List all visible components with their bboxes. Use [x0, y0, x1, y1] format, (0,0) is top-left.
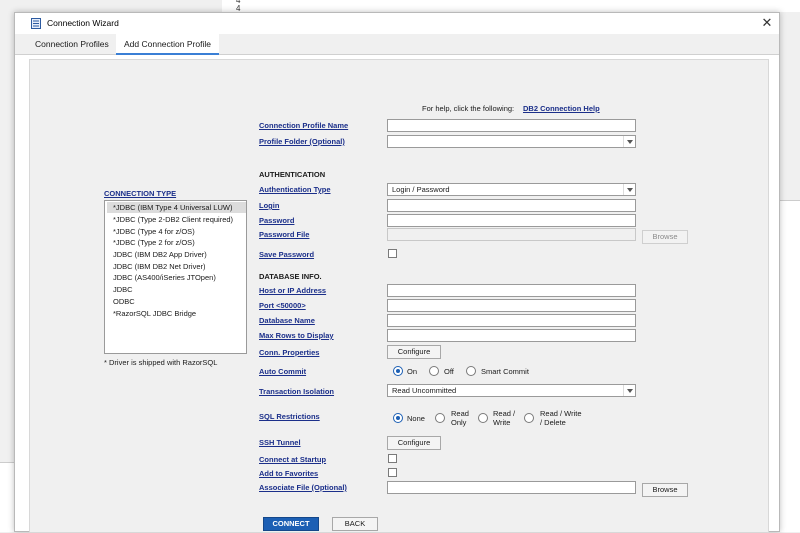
password-input[interactable] [387, 214, 636, 227]
connection-type-label[interactable]: CONNECTION TYPE [104, 189, 176, 198]
password-file-label[interactable]: Password File [259, 230, 309, 239]
auto-commit-smart-label: Smart Commit [481, 367, 529, 376]
max-rows-label[interactable]: Max Rows to Display [259, 331, 334, 340]
list-item[interactable]: JDBC (IBM DB2 Net Driver) [107, 261, 246, 272]
auto-commit-smart-radio[interactable] [466, 366, 476, 376]
authentication-type-select[interactable]: Login / Password [387, 183, 636, 196]
database-app-icon [31, 18, 41, 29]
connection-wizard-window: Connection Wizard ✕ Connection Profiles … [14, 12, 780, 533]
driver-footnote: * Driver is shipped with RazorSQL [104, 358, 218, 367]
conn-properties-label[interactable]: Conn. Properties [259, 348, 319, 357]
associate-file-input[interactable] [387, 481, 636, 494]
auto-commit-on-label: On [407, 367, 418, 376]
save-password-checkbox[interactable] [388, 249, 397, 258]
list-item[interactable]: JDBC (IBM DB2 App Driver) [107, 249, 246, 260]
auto-commit-on-radio[interactable] [393, 366, 403, 376]
host-label[interactable]: Host or IP Address [259, 286, 326, 295]
add-to-favorites-label[interactable]: Add to Favorites [259, 469, 318, 478]
tab-bar: Connection Profiles Add Connection Profi… [15, 34, 779, 55]
db2-connection-help-link[interactable]: DB2 Connection Help [523, 104, 600, 113]
max-rows-input[interactable] [387, 329, 636, 342]
sql-restriction-none-radio[interactable] [393, 413, 403, 423]
transaction-isolation-label[interactable]: Transaction Isolation [259, 387, 334, 396]
sql-restriction-none-label: None [407, 414, 425, 423]
connection-profile-name-input[interactable] [387, 119, 636, 132]
database-info-heading: DATABASE INFO. [259, 272, 322, 281]
tab-add-connection-profile[interactable]: Add Connection Profile [116, 34, 219, 55]
sql-restriction-readwritedelete-label: Read / Write / Delete [540, 409, 582, 427]
save-password-label[interactable]: Save Password [259, 250, 314, 259]
sql-restriction-readwritedelete-radio[interactable] [524, 413, 534, 423]
login-label[interactable]: Login [259, 201, 279, 210]
port-input[interactable] [387, 299, 636, 312]
associate-file-label[interactable]: Associate File (Optional) [259, 483, 347, 492]
chevron-down-icon [623, 184, 635, 195]
background-panel-right [780, 200, 800, 532]
sql-restrictions-label[interactable]: SQL Restrictions [259, 412, 320, 421]
connect-button[interactable]: CONNECT [263, 517, 319, 531]
chevron-down-icon [623, 385, 635, 396]
ssh-tunnel-configure-button[interactable]: Configure [387, 436, 441, 450]
list-item[interactable]: *JDBC (Type 2-DB2 Client required) [107, 214, 246, 225]
transaction-isolation-value: Read Uncommitted [392, 386, 457, 395]
connection-profile-name-label[interactable]: Connection Profile Name [259, 121, 348, 130]
back-button[interactable]: BACK [332, 517, 378, 531]
connect-at-startup-checkbox[interactable] [388, 454, 397, 463]
sql-restriction-readonly-radio[interactable] [435, 413, 445, 423]
list-item[interactable]: ODBC [107, 296, 246, 307]
list-item[interactable]: *JDBC (IBM Type 4 Universal LUW) [107, 202, 246, 213]
list-item[interactable]: *JDBC (Type 2 for z/OS) [107, 237, 246, 248]
title-bar: Connection Wizard ✕ [15, 13, 779, 34]
transaction-isolation-select[interactable]: Read Uncommitted [387, 384, 636, 397]
help-text: For help, click the following: [422, 104, 515, 113]
list-item[interactable]: *RazorSQL JDBC Bridge [107, 308, 246, 319]
auto-commit-label[interactable]: Auto Commit [259, 367, 306, 376]
profile-folder-select[interactable] [387, 135, 636, 148]
chevron-down-icon [623, 136, 635, 147]
connect-at-startup-label[interactable]: Connect at Startup [259, 455, 326, 464]
list-item[interactable]: JDBC [107, 284, 246, 295]
auto-commit-off-label: Off [444, 367, 454, 376]
sql-restriction-readwrite-radio[interactable] [478, 413, 488, 423]
ssh-tunnel-label[interactable]: SSH Tunnel [259, 438, 301, 447]
password-label[interactable]: Password [259, 216, 294, 225]
window-title: Connection Wizard [47, 18, 119, 28]
sql-restriction-readwrite-label: Read / Write [493, 409, 516, 427]
conn-properties-configure-button[interactable]: Configure [387, 345, 441, 359]
tab-connection-profiles[interactable]: Connection Profiles [27, 34, 117, 55]
close-icon[interactable]: ✕ [759, 14, 775, 32]
login-input[interactable] [387, 199, 636, 212]
authentication-type-value: Login / Password [392, 185, 450, 194]
authentication-type-label[interactable]: Authentication Type [259, 185, 331, 194]
sql-restriction-readonly-label: Read Only [451, 409, 469, 427]
database-name-input[interactable] [387, 314, 636, 327]
authentication-heading: AUTHENTICATION [259, 170, 326, 179]
profile-form-panel: For help, click the following: DB2 Conne… [29, 59, 769, 533]
list-item[interactable]: *JDBC (Type 4 for z/OS) [107, 226, 246, 237]
add-to-favorites-checkbox[interactable] [388, 468, 397, 477]
database-name-label[interactable]: Database Name [259, 316, 315, 325]
port-label[interactable]: Port <50000> [259, 301, 306, 310]
password-file-input[interactable] [387, 228, 636, 241]
background-editor [222, 0, 800, 12]
list-item[interactable]: JDBC (AS400/iSeries JTOpen) [107, 272, 246, 283]
host-input[interactable] [387, 284, 636, 297]
password-file-browse-button[interactable]: Browse [642, 230, 688, 244]
associate-file-browse-button[interactable]: Browse [642, 483, 688, 497]
background-panel-left [0, 462, 14, 532]
connection-type-list[interactable]: *JDBC (IBM Type 4 Universal LUW) *JDBC (… [104, 200, 247, 354]
auto-commit-off-radio[interactable] [429, 366, 439, 376]
profile-folder-label[interactable]: Profile Folder (Optional) [259, 137, 345, 146]
